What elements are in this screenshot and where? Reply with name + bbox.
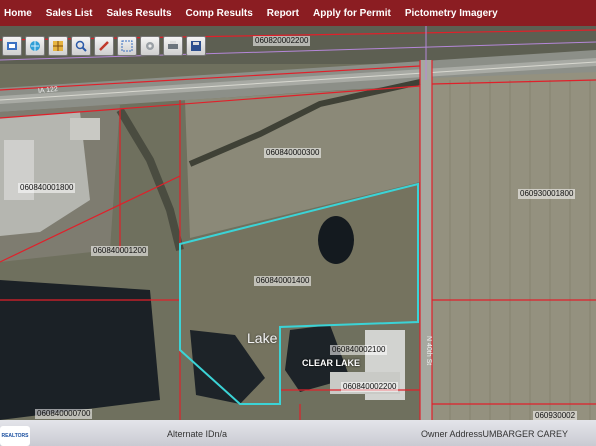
parcel-label[interactable]: 060840000700 [35, 409, 93, 419]
print-icon[interactable] [163, 36, 183, 56]
lake-label: Lake [247, 330, 278, 346]
map-view[interactable]: 060820002200 060840000300 060840001800 0… [0, 26, 596, 420]
save-icon[interactable] [186, 36, 206, 56]
settings-icon[interactable] [140, 36, 160, 56]
town-label: CLEAR LAKE [302, 358, 360, 368]
parcel-label[interactable]: 060930001800 [518, 189, 576, 199]
parcel-label[interactable]: 060840000300 [264, 148, 322, 158]
realtor-logo: REALTORS [0, 426, 30, 446]
road-label-side: N 40th St [425, 336, 432, 366]
parcel-label[interactable]: 060840001800 [18, 183, 76, 193]
menu-comp-results[interactable]: Comp Results [186, 8, 253, 19]
menu-sales-list[interactable]: Sales List [46, 8, 93, 19]
menu-home[interactable]: Home [4, 8, 32, 19]
parcel-info-bar: Alternate IDn/a Owner AddressUMBARGER CA… [0, 420, 596, 446]
parcel-label[interactable]: 060840002100 [330, 345, 388, 355]
parcel-label[interactable]: 060840002200 [341, 382, 399, 392]
parcel-label[interactable]: 060930002 [533, 411, 578, 420]
map-layers-icon[interactable] [2, 36, 22, 56]
menu-pictometry[interactable]: Pictometry Imagery [405, 8, 498, 19]
menu-bar: Home Sales List Sales Results Comp Resul… [0, 0, 596, 26]
menu-report[interactable]: Report [267, 8, 299, 19]
parcel-label[interactable]: 060820002200 [253, 36, 311, 46]
parcel-label[interactable]: 060840001200 [91, 246, 149, 256]
search-icon[interactable] [71, 36, 91, 56]
globe-icon[interactable] [25, 36, 45, 56]
map-toolbar [2, 36, 206, 58]
select-icon[interactable] [117, 36, 137, 56]
aerial-imagery [0, 26, 596, 420]
alternate-id-text: Alternate IDn/a [167, 429, 228, 439]
grid-icon[interactable] [48, 36, 68, 56]
parcel-label[interactable]: 060840001400 [254, 276, 312, 286]
owner-address-text: Owner AddressUMBARGER CAREY [421, 429, 569, 439]
pencil-icon[interactable] [94, 36, 114, 56]
menu-apply-permit[interactable]: Apply for Permit [313, 8, 391, 19]
menu-sales-results[interactable]: Sales Results [107, 8, 172, 19]
